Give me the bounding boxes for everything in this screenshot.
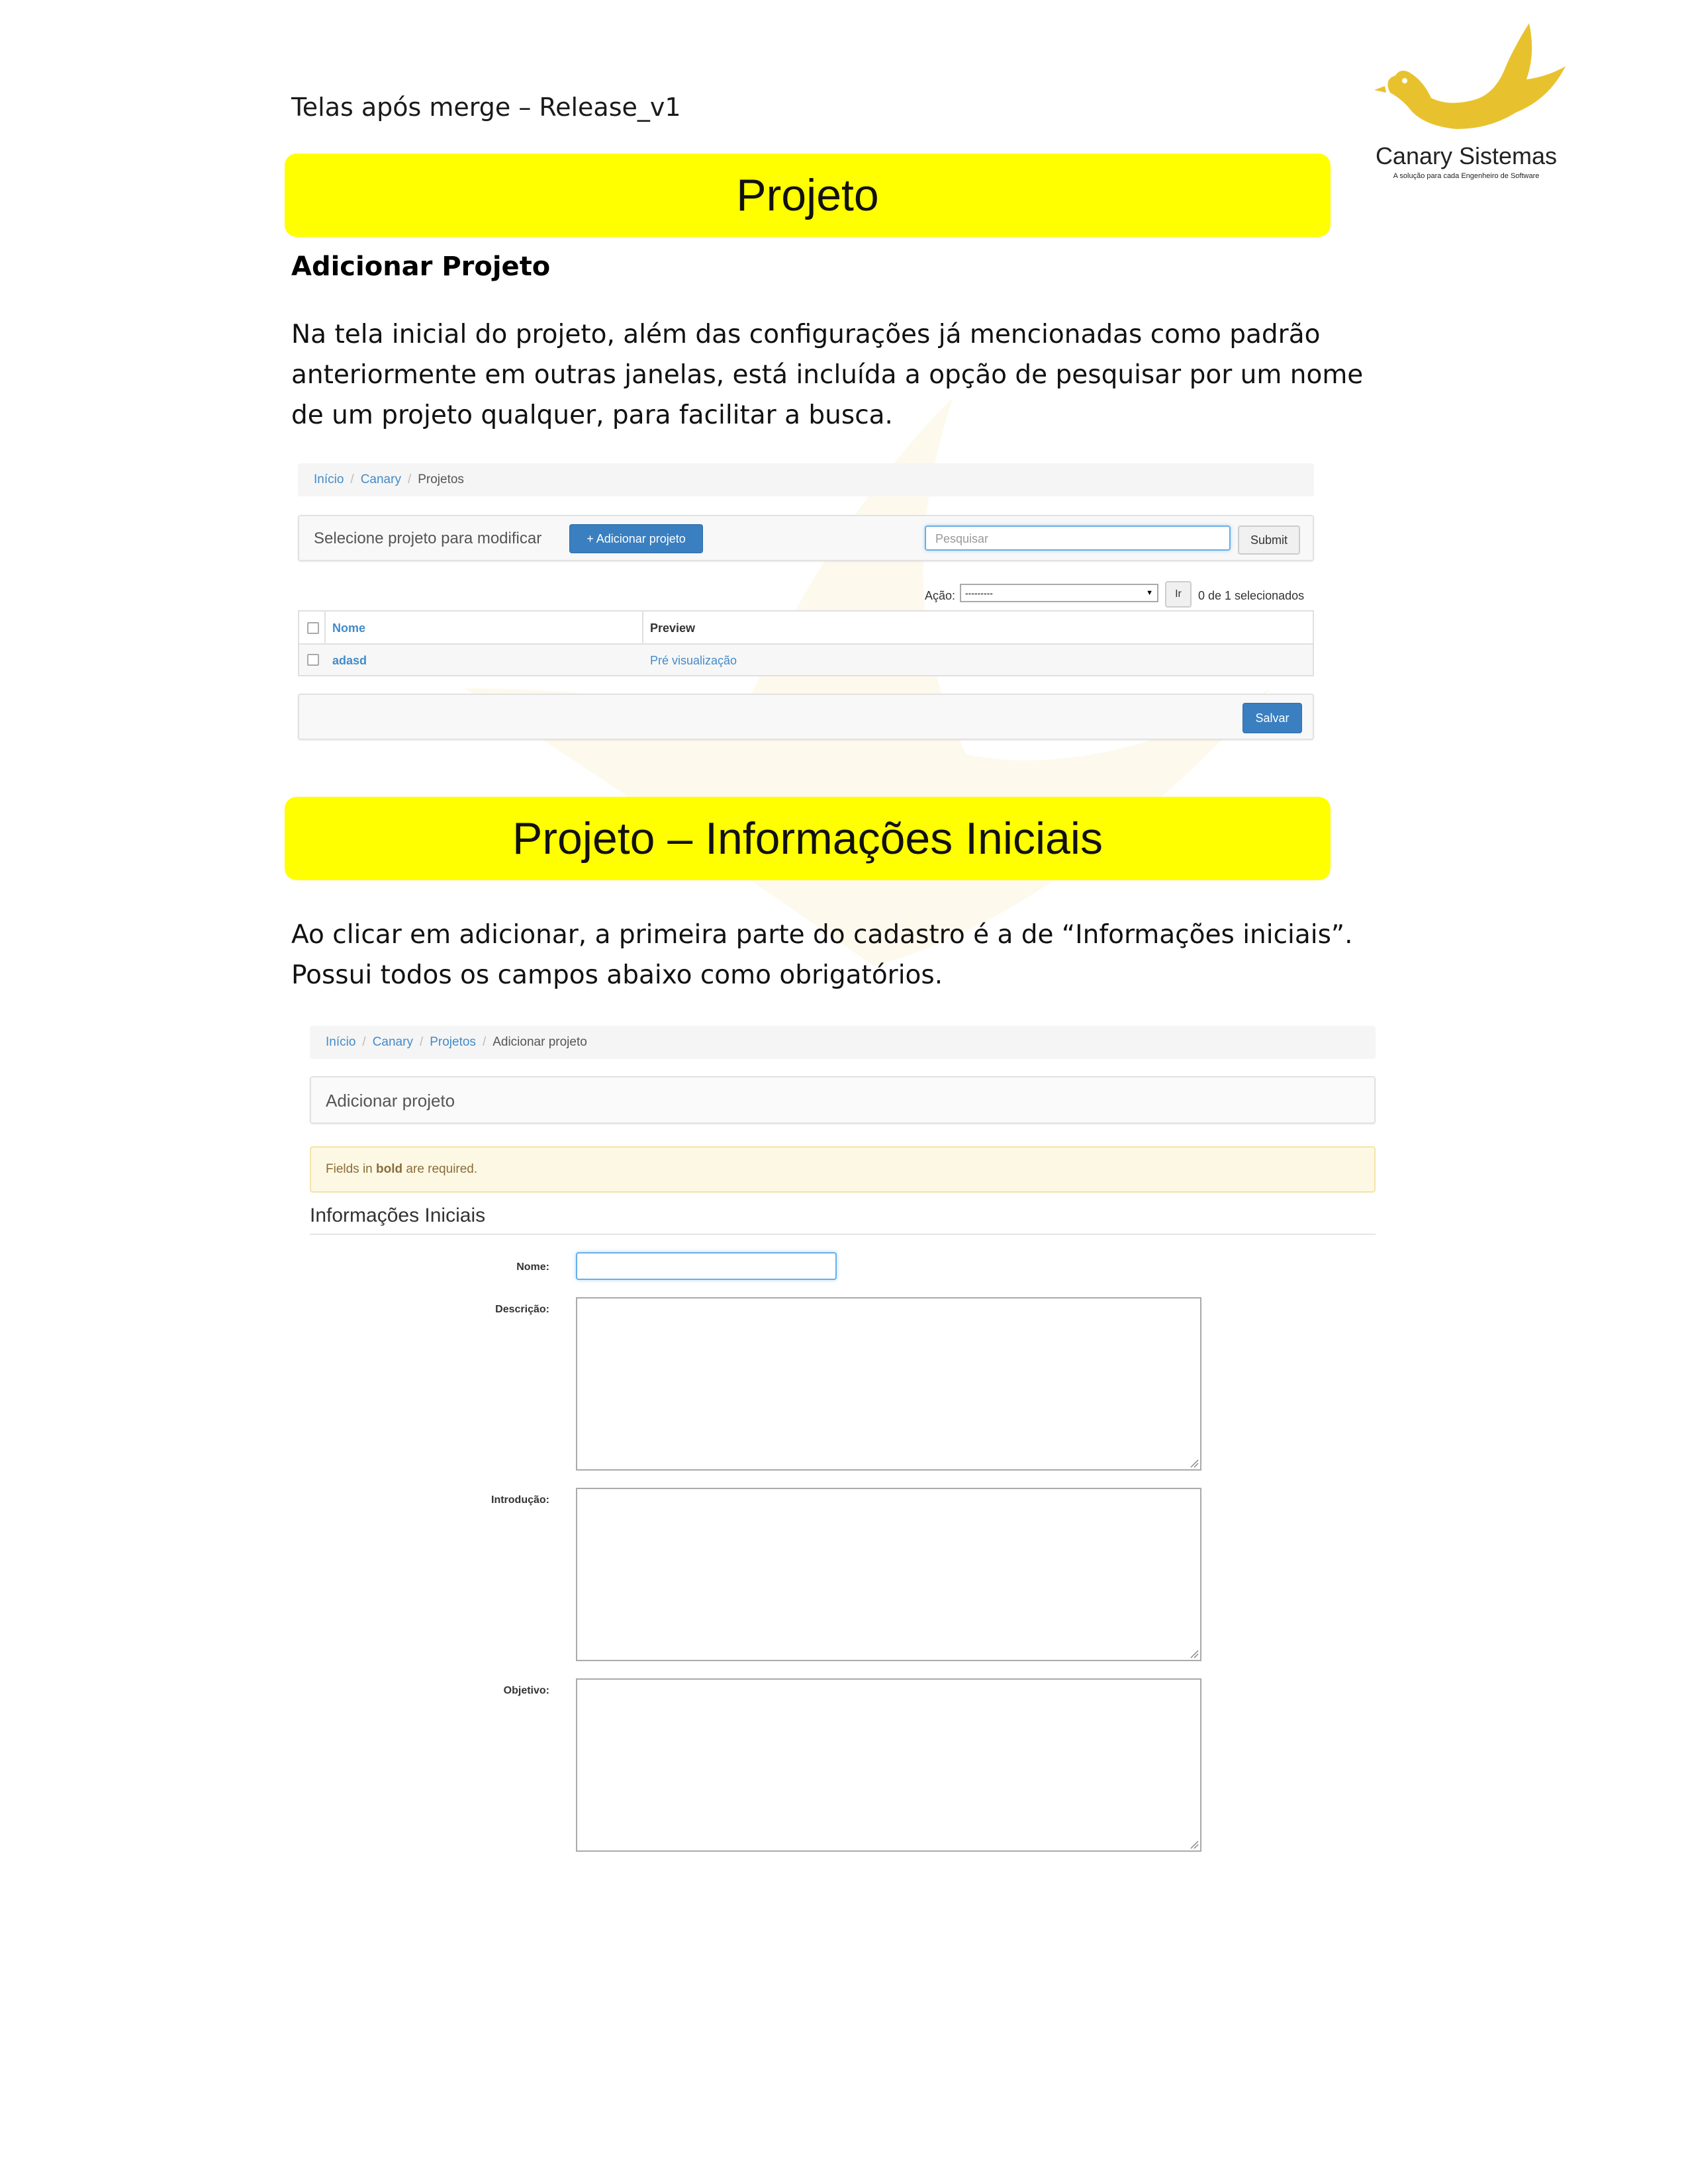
breadcrumb-separator: /	[407, 473, 412, 486]
go-button[interactable]: Ir	[1165, 581, 1192, 608]
resize-handle-icon	[1190, 1841, 1199, 1849]
action-select-value: ---------	[965, 588, 993, 598]
screenshot-add-project: Início / Canary / Projetos / Adicionar p…	[291, 1026, 1390, 1873]
column-header-preview: Preview	[650, 621, 696, 635]
select-all-checkbox[interactable]	[307, 622, 319, 634]
breadcrumb: Início / Canary / Projetos	[298, 463, 1314, 496]
add-project-button[interactable]: + Adicionar projeto	[569, 524, 703, 553]
screenshot-project-list: Início / Canary / Projetos Selecione pro…	[298, 463, 1317, 741]
submit-button[interactable]: Submit	[1238, 525, 1300, 555]
notice-suffix: are required.	[406, 1162, 478, 1176]
footer-panel: Salvar	[298, 694, 1314, 740]
logo-name: Canary Sistemas	[1375, 142, 1558, 169]
document-header: Telas após merge – Release_v1	[291, 93, 681, 122]
paragraph-1: Na tela inicial do projeto, além das con…	[291, 320, 1364, 430]
list-header-panel: Selecione projeto para modificar + Adici…	[298, 515, 1314, 561]
label-nome: Nome:	[516, 1261, 549, 1273]
required-notice: Fields in bold are required.	[310, 1146, 1376, 1193]
table-row	[299, 645, 1313, 675]
introducao-textarea[interactable]	[576, 1488, 1201, 1661]
selected-count: 0 de 1 selecionados	[1198, 589, 1305, 602]
action-select[interactable]: --------- ▼	[960, 584, 1158, 602]
objetivo-textarea[interactable]	[576, 1678, 1201, 1852]
breadcrumb-separator: /	[350, 473, 354, 486]
label-introducao: Introdução:	[491, 1494, 549, 1506]
page-title-panel: Adicionar projeto	[310, 1076, 1376, 1124]
breadcrumb-separator: /	[482, 1035, 487, 1049]
chevron-down-icon: ▼	[1146, 589, 1153, 597]
search-placeholder: Pesquisar	[935, 532, 989, 545]
search-input[interactable]: Pesquisar	[925, 525, 1231, 551]
row-preview-link[interactable]: Pré visualização	[650, 654, 737, 668]
label-objetivo: Objetivo:	[503, 1685, 549, 1696]
fieldset-divider	[310, 1234, 1376, 1235]
paragraph-2: Ao clicar em adicionar, a primeira parte…	[291, 920, 1353, 990]
breadcrumb-canary[interactable]: Canary	[361, 473, 401, 487]
row-name-link[interactable]: adasd	[332, 654, 367, 668]
breadcrumb-projetos: Projetos	[418, 473, 464, 486]
banner-informacoes-iniciais: Projeto – Informações Iniciais	[285, 797, 1331, 880]
save-button[interactable]: Salvar	[1243, 703, 1302, 733]
page-title: Adicionar projeto	[326, 1091, 455, 1111]
breadcrumb: Início / Canary / Projetos / Adicionar p…	[310, 1026, 1376, 1059]
action-label: Ação:	[925, 589, 956, 602]
banner-projeto: Projeto	[285, 154, 1331, 237]
section-subtitle: Adicionar Projeto	[291, 251, 551, 282]
results-table: Nome Preview adasd Pré visualização	[298, 610, 1314, 676]
row-checkbox[interactable]	[307, 654, 319, 666]
resize-handle-icon	[1190, 1459, 1199, 1468]
breadcrumb-separator: /	[419, 1035, 424, 1049]
label-descricao: Descrição:	[495, 1304, 549, 1315]
breadcrumb-inicio[interactable]: Início	[314, 473, 344, 487]
notice-bold: bold	[376, 1162, 403, 1176]
table-header-row	[299, 612, 1313, 645]
column-header-nome[interactable]: Nome	[332, 621, 365, 635]
bird-logo-icon	[1374, 23, 1566, 129]
resize-handle-icon	[1190, 1650, 1199, 1659]
breadcrumb-separator: /	[362, 1035, 366, 1049]
breadcrumb-projetos[interactable]: Projetos	[430, 1035, 476, 1050]
breadcrumb-inicio[interactable]: Início	[326, 1035, 355, 1050]
nome-input[interactable]	[576, 1252, 837, 1280]
notice-prefix: Fields in	[326, 1162, 373, 1176]
panel-title: Selecione projeto para modificar	[314, 529, 542, 547]
descricao-textarea[interactable]	[576, 1297, 1201, 1471]
canary-logo: Canary Sistemas A solução para cada Enge…	[1357, 20, 1575, 185]
logo-tagline: A solução para cada Engenheiro de Softwa…	[1393, 172, 1540, 180]
fieldset-title: Informações Iniciais	[310, 1205, 486, 1226]
breadcrumb-adicionar-projeto: Adicionar projeto	[492, 1035, 587, 1049]
breadcrumb-canary[interactable]: Canary	[373, 1035, 413, 1050]
